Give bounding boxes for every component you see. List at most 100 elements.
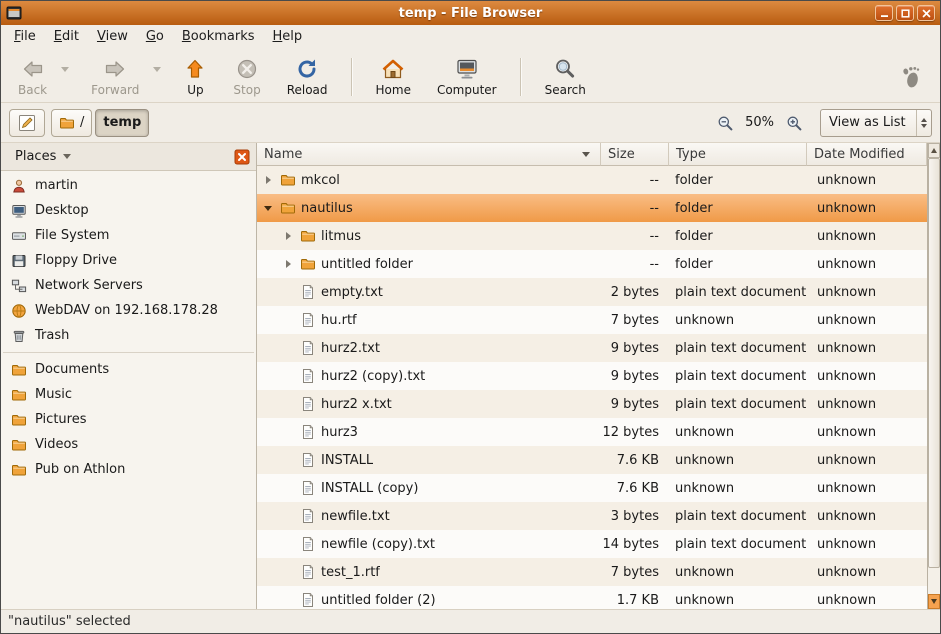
file-row-untitled-folder-2[interactable]: untitled folder (2)1.7 KBunknownunknown [257,586,927,609]
sidebar-item-pub-on-athlon[interactable]: Pub on Athlon [1,457,256,482]
stop-button: Stop [224,54,269,100]
titlebar[interactable]: temp - File Browser [1,1,940,25]
column-header-type[interactable]: Type [669,143,807,166]
menu-edit[interactable]: Edit [45,25,88,51]
sidebar-item-music[interactable]: Music [1,382,256,407]
file-type: plain text document [669,530,807,558]
path-button-label: / [80,115,84,130]
file-date-modified: unknown [807,334,927,362]
sidebar-item-file-system[interactable]: File System [1,223,256,248]
search-button[interactable]: Search [536,54,595,100]
zoom-out-button[interactable] [715,113,735,133]
home-button[interactable]: Home [367,54,420,100]
minimize-button[interactable] [875,5,893,21]
folder-icon [59,115,75,131]
menubar: FileEditViewGoBookmarksHelp [1,25,940,51]
forward-icon [103,57,127,81]
file-row-newfile-txt[interactable]: newfile.txt3 bytesplain text documentunk… [257,502,927,530]
toolbar-item-reload: Reload [278,54,337,100]
file-row-hurz2-copy-txt[interactable]: hurz2 (copy).txt9 bytesplain text docume… [257,362,927,390]
scrollbar-thumb[interactable] [928,158,940,568]
file-size: 12 bytes [601,418,669,446]
file-row-untitled-folder[interactable]: untitled folder--folderunknown [257,250,927,278]
sidebar-item-webdav-on-192-168-178-28[interactable]: WebDAV on 192.168.178.28 [1,298,256,323]
file-row-litmus[interactable]: litmus--folderunknown [257,222,927,250]
webdav-icon [11,303,27,319]
file-row-hu-rtf[interactable]: hu.rtf7 bytesunknownunknown [257,306,927,334]
scroll-up-button[interactable] [928,143,940,158]
reload-button[interactable]: Reload [278,54,337,100]
file-row-hurz2-x-txt[interactable]: hurz2 x.txt9 bytesplain text documentunk… [257,390,927,418]
file-date-modified: unknown [807,222,927,250]
sidebar-item-desktop[interactable]: Desktop [1,198,256,223]
file-row-install-copy[interactable]: INSTALL (copy)7.6 KBunknownunknown [257,474,927,502]
file-type: unknown [669,558,807,586]
zoom-in-button[interactable] [784,113,804,133]
network-icon [11,278,27,294]
expander-collapsed-icon[interactable] [261,173,275,187]
file-size: 7.6 KB [601,446,669,474]
file-name: INSTALL [321,453,373,468]
file-row-mkcol[interactable]: mkcol--folderunknown [257,166,927,194]
menu-bookmarks[interactable]: Bookmarks [173,25,264,51]
toolbar-button-label: Stop [233,83,260,97]
menu-view[interactable]: View [88,25,137,51]
scroll-down-button[interactable] [928,594,940,609]
expander-collapsed-icon[interactable] [281,257,295,271]
expander-collapsed-icon[interactable] [281,229,295,243]
sidebar-item-trash[interactable]: Trash [1,323,256,348]
sidebar-item-floppy-drive[interactable]: Floppy Drive [1,248,256,273]
file-row-newfile-copy-txt[interactable]: newfile (copy).txt14 bytesplain text doc… [257,530,927,558]
name-cell: hurz2 x.txt [257,390,601,418]
path-button-root[interactable]: / [51,109,92,137]
file-date-modified: unknown [807,278,927,306]
file-name: newfile.txt [321,509,390,524]
file-date-modified: unknown [807,558,927,586]
column-header-date-modified[interactable]: Date Modified [807,143,927,166]
up-button[interactable]: Up [174,54,216,100]
file-row-nautilus[interactable]: nautilus--folderunknown [257,194,927,222]
file-size: -- [601,250,669,278]
back-dropdown-arrow-icon[interactable] [56,58,74,82]
expander-expanded-icon[interactable] [261,201,275,215]
sidebar-item-pictures[interactable]: Pictures [1,407,256,432]
maximize-button[interactable] [896,5,914,21]
sidebar-items: martinDesktopFile SystemFloppy DriveNetw… [1,171,256,609]
file-size: 2 bytes [601,278,669,306]
sidebar-item-network-servers[interactable]: Network Servers [1,273,256,298]
path-button-temp[interactable]: temp [95,109,149,137]
sidebar-item-videos[interactable]: Videos [1,432,256,457]
toolbar-item-up: Up [174,54,216,100]
file-row-empty-txt[interactable]: empty.txt2 bytesplain text documentunkno… [257,278,927,306]
vertical-scrollbar[interactable] [927,143,940,609]
view-mode-selector[interactable]: View as List [820,109,932,137]
toolbar-item-computer: Computer [428,54,506,100]
file-type: plain text document [669,334,807,362]
menu-help[interactable]: Help [264,25,312,51]
window-controls [875,5,935,21]
file-date-modified: unknown [807,474,927,502]
scrollbar-track[interactable] [928,158,940,594]
throbber [900,65,922,89]
sidebar-item-martin[interactable]: martin [1,173,256,198]
close-button[interactable] [917,5,935,21]
sidebar-item-documents[interactable]: Documents [1,357,256,382]
edit-location-icon [17,113,37,133]
menu-file[interactable]: File [5,25,45,51]
forward-dropdown-arrow-icon[interactable] [148,58,166,82]
file-row-hurz2-txt[interactable]: hurz2.txt9 bytesplain text documentunkno… [257,334,927,362]
menu-go[interactable]: Go [137,25,173,51]
toggle-location-entry-button[interactable] [9,109,45,137]
column-header-size[interactable]: Size [601,143,669,166]
column-header-name[interactable]: Name [257,143,601,166]
folder-icon [300,228,316,244]
file-size: 9 bytes [601,334,669,362]
close-icon[interactable] [234,149,250,165]
computer-button[interactable]: Computer [428,54,506,100]
file-row-install[interactable]: INSTALL7.6 KBunknownunknown [257,446,927,474]
file-row-hurz3[interactable]: hurz312 bytesunknownunknown [257,418,927,446]
places-selector[interactable]: Places [7,147,79,166]
file-row-test-1-rtf[interactable]: test_1.rtf7 bytesunknownunknown [257,558,927,586]
column-header-label: Name [264,147,302,162]
text-file-icon [300,284,316,300]
